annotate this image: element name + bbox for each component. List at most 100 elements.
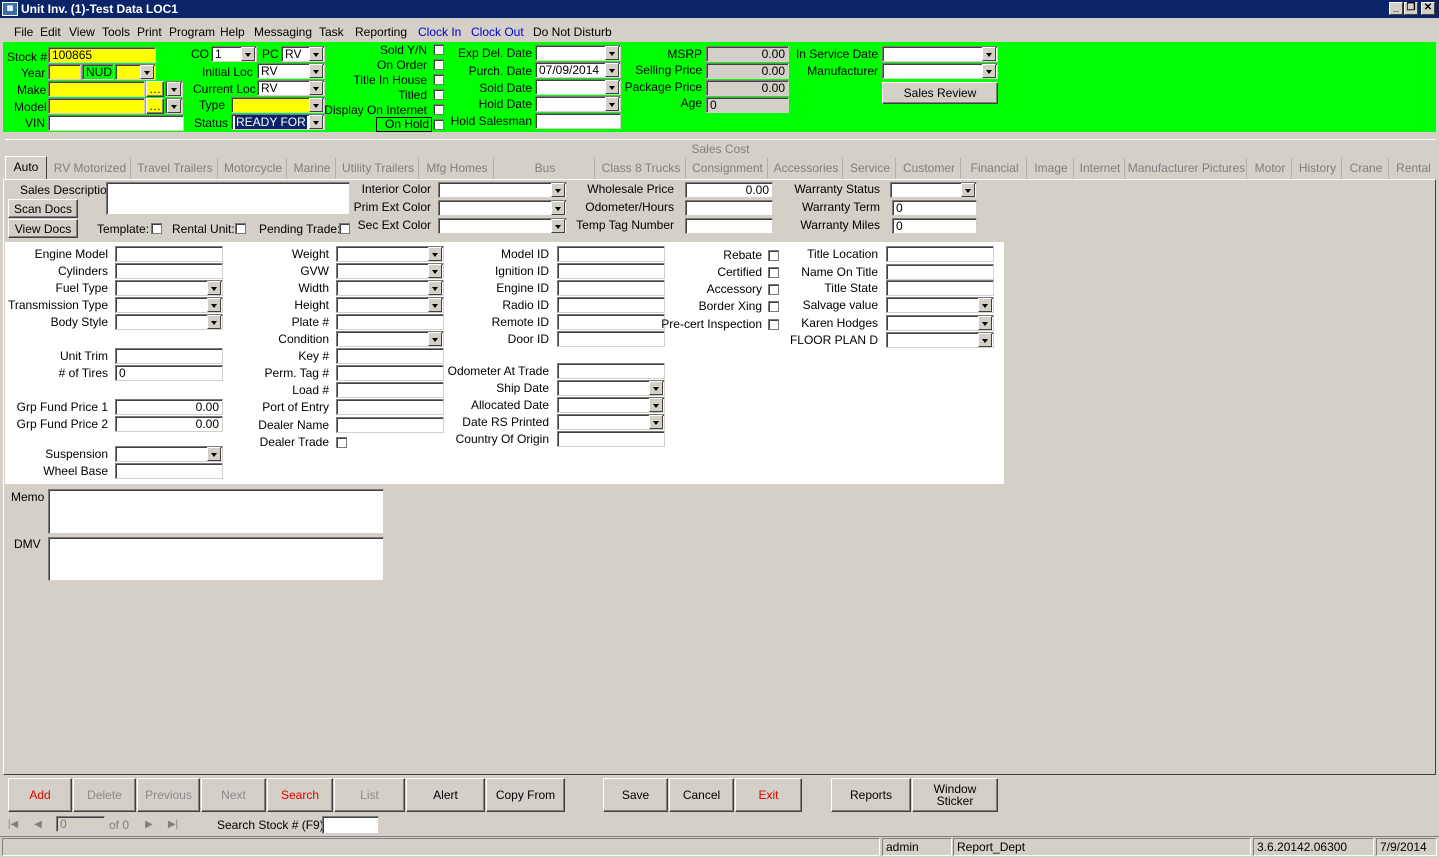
door-id-input[interactable] — [557, 331, 665, 347]
chevron-down-icon[interactable] — [241, 47, 255, 61]
floor-plan-d-dropdown[interactable] — [886, 332, 994, 348]
chevron-down-icon[interactable] — [167, 99, 181, 113]
tab-marine[interactable]: Marine — [289, 158, 336, 179]
on-order-checkbox[interactable] — [433, 59, 444, 70]
tab-rv-motorized[interactable]: RV Motorized — [50, 158, 131, 179]
display-internet-checkbox[interactable] — [433, 104, 444, 115]
body-style-dropdown[interactable] — [115, 314, 223, 330]
cancel-button[interactable]: Cancel — [669, 778, 734, 812]
in-service-dropdown[interactable] — [882, 46, 998, 62]
remote-id-input[interactable] — [557, 314, 665, 330]
minimize-icon[interactable]: _ — [1389, 2, 1403, 15]
scan-docs-button[interactable]: Scan Docs — [8, 199, 78, 218]
search-button[interactable]: Search — [267, 778, 333, 812]
ignition-id-input[interactable] — [557, 263, 665, 279]
search-stock-input[interactable] — [322, 816, 379, 834]
first-record-icon[interactable]: |◀ — [5, 817, 21, 833]
sales-description-input[interactable] — [106, 182, 350, 215]
menu-tools[interactable]: Tools — [102, 25, 130, 39]
chevron-down-icon[interactable] — [428, 332, 442, 346]
menu-print[interactable]: Print — [137, 25, 162, 39]
view-docs-button[interactable]: View Docs — [8, 219, 78, 238]
hold-salesman-input[interactable] — [535, 113, 621, 129]
alert-button[interactable]: Alert — [406, 778, 485, 812]
memo-textarea[interactable] — [48, 489, 384, 534]
sold-yn-checkbox[interactable] — [433, 44, 444, 55]
radio-id-input[interactable] — [557, 297, 665, 313]
window-sticker-button[interactable]: Window Sticker — [912, 778, 998, 812]
tab-financial[interactable]: Financial — [963, 158, 1027, 179]
chevron-down-icon[interactable] — [605, 80, 619, 94]
pre-cert-inspection-checkbox[interactable] — [768, 319, 779, 330]
dmv-textarea[interactable] — [48, 537, 384, 581]
tab-mfg-homes[interactable]: Mfg Homes — [421, 158, 494, 179]
type-dropdown[interactable] — [231, 97, 325, 113]
perm-tag-input[interactable] — [336, 365, 444, 381]
wholesale-price-input[interactable]: 0.00 — [685, 182, 773, 198]
suspension-dropdown[interactable] — [115, 446, 223, 462]
tab-auto[interactable]: Auto — [5, 156, 47, 180]
co-dropdown[interactable]: 1 — [211, 46, 257, 62]
model-input[interactable] — [48, 98, 145, 114]
height-dropdown[interactable] — [336, 297, 444, 313]
tab-image[interactable]: Image — [1029, 158, 1074, 179]
chevron-down-icon[interactable] — [167, 82, 181, 96]
purch-date-dropdown[interactable]: 07/09/2014 — [535, 62, 621, 78]
chevron-down-icon[interactable] — [605, 63, 619, 77]
chevron-down-icon[interactable] — [649, 398, 663, 412]
initial-loc-dropdown[interactable]: RV — [257, 63, 325, 79]
chevron-down-icon[interactable] — [605, 97, 619, 111]
chevron-down-icon[interactable] — [207, 447, 221, 461]
on-hold-checkbox[interactable] — [433, 119, 444, 130]
exp-del-dropdown[interactable] — [535, 45, 621, 61]
tab-consignment[interactable]: Consignment — [688, 158, 768, 179]
warranty-miles-input[interactable]: 0 — [892, 218, 977, 234]
cylinders-input[interactable] — [115, 263, 223, 279]
previous-button[interactable]: Previous — [137, 778, 200, 812]
chevron-down-icon[interactable] — [428, 298, 442, 312]
tab-manufacturer-pictures[interactable]: Manufacturer Pictures — [1127, 158, 1247, 179]
copy-from-button[interactable]: Copy From — [486, 778, 565, 812]
menu-file[interactable]: File — [14, 25, 33, 39]
tab-motorcycle[interactable]: Motorcycle — [220, 158, 287, 179]
key-input[interactable] — [336, 348, 444, 364]
chevron-down-icon[interactable] — [605, 46, 619, 60]
add-button[interactable]: Add — [8, 778, 72, 812]
chevron-down-icon[interactable] — [428, 247, 442, 261]
chevron-down-icon[interactable] — [140, 65, 154, 79]
list-button[interactable]: List — [334, 778, 405, 812]
close-icon[interactable]: ✕ — [1421, 2, 1435, 15]
odometer-input[interactable] — [685, 200, 773, 216]
chevron-down-icon[interactable] — [649, 415, 663, 429]
model-dropdown[interactable] — [165, 98, 183, 114]
tab-motor[interactable]: Motor — [1249, 158, 1292, 179]
chevron-down-icon[interactable] — [309, 81, 323, 95]
make-input[interactable] — [48, 81, 145, 97]
menu-messaging[interactable]: Messaging — [254, 25, 312, 39]
tab-customer[interactable]: Customer — [898, 158, 961, 179]
chevron-down-icon[interactable] — [207, 315, 221, 329]
engine-id-input[interactable] — [557, 280, 665, 296]
chevron-down-icon[interactable] — [309, 47, 323, 61]
karen-hodges-dropdown[interactable] — [886, 315, 994, 331]
stock-input[interactable]: 100865 — [48, 47, 156, 63]
status-dropdown[interactable]: READY FOR — [231, 114, 325, 130]
chevron-down-icon[interactable] — [649, 381, 663, 395]
hold-date-dropdown[interactable] — [535, 96, 621, 112]
tab-utility-trailers[interactable]: Utility Trailers — [338, 158, 419, 179]
next-record-icon[interactable]: ▶ — [141, 817, 157, 833]
country-of-origin-input[interactable] — [557, 431, 665, 447]
title-location-input[interactable] — [886, 246, 994, 262]
width-dropdown[interactable] — [336, 280, 444, 296]
weight-dropdown[interactable] — [336, 246, 444, 262]
delete-button[interactable]: Delete — [73, 778, 136, 812]
certified-checkbox[interactable] — [768, 267, 779, 278]
wheel-base-input[interactable] — [115, 463, 223, 479]
restore-icon[interactable]: ❐ — [1404, 2, 1418, 15]
manufacturer-dropdown[interactable] — [882, 63, 998, 79]
name-on-title-input[interactable] — [886, 264, 994, 280]
make-lookup-button[interactable]: … — [146, 81, 164, 97]
engine-model-input[interactable] — [115, 246, 223, 262]
last-record-icon[interactable]: ▶| — [165, 817, 181, 833]
chevron-down-icon[interactable] — [309, 98, 323, 112]
